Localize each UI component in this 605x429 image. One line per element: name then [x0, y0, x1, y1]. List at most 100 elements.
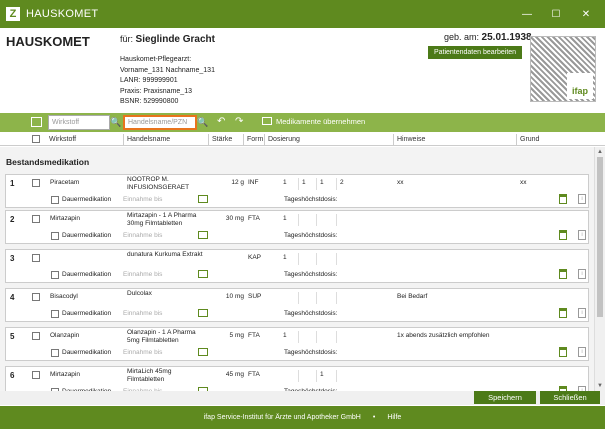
medication-row[interactable]: 6 Mirtazapin MirtaLich 45mg Filmtabletten 4… [5, 366, 589, 391]
redo-icon[interactable]: ↷ [235, 116, 243, 127]
grund-cell[interactable]: xx [520, 179, 527, 187]
dosierung-morgens[interactable]: 1 [283, 179, 287, 187]
col-handelsname[interactable]: Handelsname [127, 136, 170, 143]
einnahme-bis-input[interactable]: Einnahme bis [123, 271, 162, 278]
select-all-checkbox[interactable] [32, 135, 40, 143]
dosierung-abends[interactable]: 1 [320, 371, 324, 379]
info-icon[interactable]: i [578, 269, 586, 279]
search-icon[interactable]: 🔍 [110, 115, 122, 130]
col-hinweise[interactable]: Hinweise [397, 136, 425, 143]
wirkstoff-cell[interactable]: Mirtazapin [50, 215, 122, 223]
staerke-cell[interactable]: 5 mg [211, 332, 244, 340]
wirkstoff-cell[interactable]: Bisacodyl [50, 293, 122, 301]
col-dosierung[interactable]: Dosierung [268, 136, 300, 143]
calendar-icon[interactable] [198, 309, 208, 317]
scroll-thumb[interactable] [597, 157, 603, 317]
medication-row[interactable]: 3 dunatura Kurkuma Extrakt KAP 1 Dauermedika… [5, 249, 589, 283]
delete-icon[interactable] [559, 230, 567, 240]
handelsname-cell[interactable]: MirtaLich 45mg Filmtabletten [127, 368, 209, 384]
col-grund[interactable]: Grund [520, 136, 539, 143]
delete-icon[interactable] [559, 347, 567, 357]
info-icon[interactable]: i [578, 308, 586, 318]
col-wirkstoff[interactable]: Wirkstoff [49, 136, 76, 143]
wirkstoff-cell[interactable]: Olanzapin [50, 332, 122, 340]
dauermedikation-checkbox[interactable] [51, 310, 59, 318]
scrollbar[interactable]: ▲ ▼ [594, 147, 605, 391]
handelsname-pzn-input[interactable]: Handelsname/PZN [123, 115, 197, 130]
delete-icon[interactable] [559, 269, 567, 279]
delete-icon[interactable] [559, 308, 567, 318]
form-cell[interactable]: FTA [248, 332, 260, 340]
medication-row[interactable]: 1 Piracetam NOOTROP M. INFUSIONSGERAET 12 g… [5, 174, 589, 208]
dosierung-morgens[interactable]: 1 [283, 254, 287, 262]
calendar-icon[interactable] [198, 231, 208, 239]
delete-icon[interactable] [559, 194, 567, 204]
row-checkbox[interactable] [32, 179, 40, 187]
undo-icon[interactable]: ↶ [217, 116, 225, 127]
staerke-cell[interactable]: 30 mg [211, 215, 244, 223]
hinweise-cell[interactable]: 1x abends zusätzlich empfohlen [397, 332, 517, 340]
dauermedikation-checkbox[interactable] [51, 232, 59, 240]
einnahme-bis-input[interactable]: Einnahme bis [123, 232, 162, 239]
wirkstoff-cell[interactable]: Piracetam [50, 179, 122, 187]
col-form[interactable]: Form [247, 136, 263, 143]
dosierung-nachts[interactable]: 2 [340, 179, 344, 187]
close-button[interactable]: ✕ [575, 0, 597, 28]
col-staerke[interactable]: Stärke [212, 136, 232, 143]
dosierung-abends[interactable]: 1 [320, 179, 324, 187]
handelsname-cell[interactable]: NOOTROP M. INFUSIONSGERAET [127, 176, 209, 192]
wirkstoff-input[interactable]: Wirkstoff [48, 115, 110, 130]
handelsname-cell[interactable]: dunatura Kurkuma Extrakt [127, 251, 209, 259]
staerke-cell[interactable]: 10 mg [211, 293, 244, 301]
einnahme-bis-input[interactable]: Einnahme bis [123, 196, 162, 203]
info-icon[interactable]: i [578, 230, 586, 240]
dauermedikation-checkbox[interactable] [51, 271, 59, 279]
einnahme-bis-input[interactable]: Einnahme bis [123, 310, 162, 317]
row-checkbox[interactable] [32, 371, 40, 379]
form-cell[interactable]: SUP [248, 293, 261, 301]
search-icon[interactable]: 🔍 [197, 115, 209, 130]
info-icon[interactable]: i [578, 347, 586, 357]
wirkstoff-cell[interactable]: Mirtazapin [50, 371, 122, 379]
medication-list[interactable]: Bestandsmedikation 1 Piracetam NOOTROP M. … [0, 147, 594, 391]
calendar-icon[interactable] [198, 195, 208, 203]
staerke-cell[interactable]: 45 mg [211, 371, 244, 379]
dosierung-mittags[interactable]: 1 [302, 179, 306, 187]
staerke-cell[interactable]: 12 g [211, 179, 244, 187]
row-checkbox[interactable] [32, 293, 40, 301]
dosierung-morgens[interactable]: 1 [283, 215, 287, 223]
edit-patient-button[interactable]: Patientendaten bearbeiten [428, 46, 522, 59]
scroll-down-icon[interactable]: ▼ [597, 383, 603, 389]
scroll-up-icon[interactable]: ▲ [597, 149, 603, 155]
form-cell[interactable]: FTA [248, 371, 260, 379]
calendar-icon[interactable] [198, 348, 208, 356]
maximize-button[interactable]: ☐ [545, 0, 567, 28]
einnahme-bis-input[interactable]: Einnahme bis [123, 349, 162, 356]
save-button[interactable]: Speichern [474, 391, 536, 404]
help-link[interactable]: Hilfe [387, 414, 401, 421]
dauermedikation-checkbox[interactable] [51, 196, 59, 204]
dauermedikation-checkbox[interactable] [51, 349, 59, 357]
close-dialog-button[interactable]: Schließen [540, 391, 600, 404]
medication-row[interactable]: 5 Olanzapin Olanzapin - 1 A Pharma 5mg Fil… [5, 327, 589, 361]
form-cell[interactable]: INF [248, 179, 258, 187]
medikamente-uebernehmen-button[interactable]: Medikamente übernehmen [276, 117, 365, 126]
medication-row[interactable]: 4 Bisacodyl Dulcolax 10 mg SUP Bei Bedarf Daue… [5, 288, 589, 322]
handelsname-cell[interactable]: Olanzapin - 1 A Pharma 5mg Filmtabletten [127, 329, 209, 345]
list-icon[interactable] [31, 117, 42, 127]
row-checkbox[interactable] [32, 215, 40, 223]
handelsname-cell[interactable]: Mirtazapin - 1 A Pharma 30mg Filmtablett… [127, 212, 209, 228]
info-icon[interactable]: i [578, 194, 586, 204]
form-cell[interactable]: FTA [248, 215, 260, 223]
form-cell[interactable]: KAP [248, 254, 261, 262]
row-checkbox[interactable] [32, 254, 40, 262]
hinweise-cell[interactable]: Bei Bedarf [397, 293, 517, 301]
folder-icon[interactable] [262, 117, 272, 125]
row-checkbox[interactable] [32, 332, 40, 340]
medication-row[interactable]: 2 Mirtazapin Mirtazapin - 1 A Pharma 30mg … [5, 210, 589, 244]
hinweise-cell[interactable]: xx [397, 179, 517, 187]
calendar-icon[interactable] [198, 270, 208, 278]
handelsname-cell[interactable]: Dulcolax [127, 290, 209, 298]
dosierung-morgens[interactable]: 1 [283, 332, 287, 340]
minimize-button[interactable]: — [516, 0, 538, 28]
